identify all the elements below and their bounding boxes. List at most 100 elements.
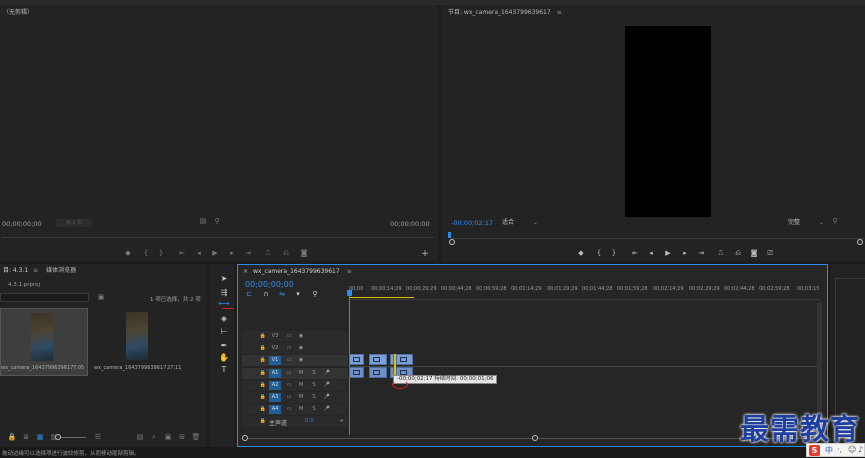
lock-icon[interactable]: 🔒 <box>258 380 268 391</box>
program-export-frame-icon[interactable]: ◙ <box>748 249 760 257</box>
marker-icon[interactable]: ▾ <box>292 290 304 298</box>
source-wrench-icon[interactable]: ⚲ <box>211 217 223 225</box>
eye-icon[interactable]: ◉ <box>296 343 306 354</box>
timeline-settings-icon[interactable]: ⚲ <box>309 290 321 298</box>
track-name-a4[interactable]: A4 <box>269 405 281 414</box>
sort-icon[interactable]: ☰ <box>92 433 104 441</box>
mute-button[interactable]: M <box>296 392 306 403</box>
program-play-icon[interactable]: ▶ <box>662 249 674 257</box>
audio-clip[interactable] <box>369 367 387 378</box>
program-mark-out-icon[interactable]: } <box>608 249 620 257</box>
source-step-fwd-icon[interactable]: ▸ <box>226 249 238 257</box>
timeline-tab[interactable]: × wx_camera_1643799639617 ≡ <box>240 266 352 278</box>
source-scrub-bar[interactable] <box>2 237 434 238</box>
lock-icon[interactable]: 🔒 <box>6 433 18 441</box>
source-export-frame-icon[interactable]: ◙ <box>298 249 310 257</box>
track-header-a4[interactable]: 🔒 A4 ▭ M S 🎤 <box>242 404 348 415</box>
timeline-h-scroll-mid[interactable] <box>532 435 538 441</box>
new-item-icon[interactable]: ⊞ <box>176 433 188 441</box>
tab-media-browser[interactable]: 媒体浏览器 <box>46 267 76 274</box>
lock-icon[interactable]: 🔒 <box>258 368 268 379</box>
trash-icon[interactable]: 🗑 <box>190 433 202 441</box>
track-name-v2[interactable]: V2 <box>269 344 281 353</box>
program-compare-icon[interactable]: ⎚ <box>764 249 776 258</box>
timeline-timecode[interactable]: 00;00;00;00 <box>245 280 294 289</box>
audio-clip[interactable] <box>349 367 364 378</box>
add-marker-icon[interactable]: ⇋ <box>276 290 288 298</box>
mute-button[interactable]: M <box>296 380 306 391</box>
hand-tool-icon[interactable]: ✋ <box>218 353 230 363</box>
sync-lock-icon[interactable]: ▭ <box>284 331 294 342</box>
snap-icon[interactable]: ⊏ <box>243 290 255 298</box>
source-monitor-header[interactable]: （无剪辑） <box>0 7 33 19</box>
program-quality-dropdown[interactable]: 完整 ⌄ <box>788 218 826 227</box>
sync-lock-icon[interactable]: ▭ <box>284 343 294 354</box>
source-play-icon[interactable]: ▶ <box>209 249 221 257</box>
microphone-icon[interactable]: 🎤 <box>322 404 332 415</box>
track-header-a1[interactable]: 🔒 A1 ▭ M S 🎤 <box>242 368 348 379</box>
work-area-bar[interactable] <box>350 297 414 298</box>
program-scrub-bar[interactable] <box>451 238 863 239</box>
source-overwrite-icon[interactable]: ⎌ <box>280 249 292 258</box>
program-go-out-icon[interactable]: ⇥ <box>695 249 707 257</box>
program-wrench-icon[interactable]: ⚲ <box>829 217 841 225</box>
automate-icon[interactable]: ▤ <box>134 433 146 441</box>
track-header-a2[interactable]: 🔒 A2 ▭ M S 🎤 <box>242 380 348 391</box>
icon-view-icon[interactable]: ▦ <box>34 433 46 441</box>
razor-tool-icon[interactable]: ◈ <box>218 314 230 324</box>
sync-lock-icon[interactable]: ▭ <box>284 380 294 391</box>
track-name-a2[interactable]: A2 <box>269 381 281 390</box>
solo-button[interactable]: S <box>309 404 319 415</box>
mute-button[interactable]: M <box>296 368 306 379</box>
lock-icon[interactable]: 🔒 <box>258 404 268 415</box>
project-panel-menu-icon[interactable]: ≡ <box>33 267 38 274</box>
lock-icon[interactable]: 🔒 <box>258 392 268 403</box>
microphone-icon[interactable]: 🎤 <box>322 380 332 391</box>
source-add-button-icon[interactable]: + <box>419 249 431 259</box>
lock-icon[interactable]: 🔒 <box>258 331 268 342</box>
ime-toolbar[interactable]: S 中 ·, ☺ ♪ <box>806 443 865 457</box>
lock-icon[interactable]: 🔒 <box>258 416 268 427</box>
source-go-out-icon[interactable]: ⇥ <box>242 249 254 257</box>
eye-icon[interactable]: ◉ <box>296 355 306 366</box>
track-header-v2[interactable]: 🔒 V2 ▭ ◉ <box>242 343 348 354</box>
zoom-slider[interactable] <box>55 434 86 440</box>
track-header-v1[interactable]: 🔒 V1 ▭ ◉ <box>242 355 348 366</box>
source-mark-out-icon[interactable]: } <box>155 249 167 257</box>
lock-icon[interactable]: 🔒 <box>258 343 268 354</box>
eye-icon[interactable]: ◉ <box>296 331 306 342</box>
program-zoom-right-knob[interactable] <box>857 239 863 245</box>
new-bin-footer-icon[interactable]: ▣ <box>162 433 174 441</box>
track-name-v3[interactable]: V3 <box>269 332 281 341</box>
program-fit-dropdown[interactable]: 适合 ⌄ <box>502 218 540 227</box>
project-item-1[interactable]: wx_camera_1643799639617 7;05 <box>0 308 88 376</box>
video-clip[interactable] <box>349 354 364 365</box>
program-panel-menu-icon[interactable]: ≡ <box>557 7 562 19</box>
microphone-icon[interactable]: 🎤 <box>322 392 332 403</box>
program-lift-icon[interactable]: ⎍ <box>715 249 727 258</box>
sync-lock-icon[interactable]: ▭ <box>284 392 294 403</box>
slip-tool-icon[interactable]: ⊢ <box>218 327 230 337</box>
track-header-v3[interactable]: 🔒 V3 ▭ ◉ <box>242 331 348 342</box>
source-marker-icon[interactable]: ◆ <box>122 249 134 257</box>
sync-lock-icon[interactable]: ▭ <box>284 368 294 379</box>
source-step-back-icon[interactable]: ◂ <box>193 249 205 257</box>
linked-selection-icon[interactable]: ∩ <box>260 290 272 298</box>
tab-project[interactable]: 目: 4.3.1 <box>3 267 28 274</box>
project-item-2[interactable]: wx_camera_1643799639617 27;11 <box>94 308 182 376</box>
mute-button[interactable]: M <box>296 404 306 415</box>
type-tool-icon[interactable]: T <box>218 365 230 375</box>
program-mark-in-icon[interactable]: { <box>593 249 605 257</box>
program-extract-icon[interactable]: ⎌ <box>732 249 744 258</box>
video-audio-divider[interactable] <box>348 366 818 367</box>
project-search-input[interactable] <box>0 293 89 302</box>
microphone-icon[interactable]: 🎤 <box>322 368 332 379</box>
lock-icon[interactable]: 🔒 <box>258 355 268 366</box>
video-clip[interactable] <box>369 354 387 365</box>
timeline-menu-icon[interactable]: ≡ <box>347 268 352 275</box>
track-header-a3[interactable]: 🔒 A3 ▭ M S 🎤 <box>242 392 348 403</box>
track-name-a1[interactable]: A1 <box>269 369 281 378</box>
solo-button[interactable]: S <box>309 392 319 403</box>
master-track-header[interactable]: 🔒 主声道 0.0 ⇥ <box>242 416 348 427</box>
video-clip[interactable] <box>396 354 413 365</box>
